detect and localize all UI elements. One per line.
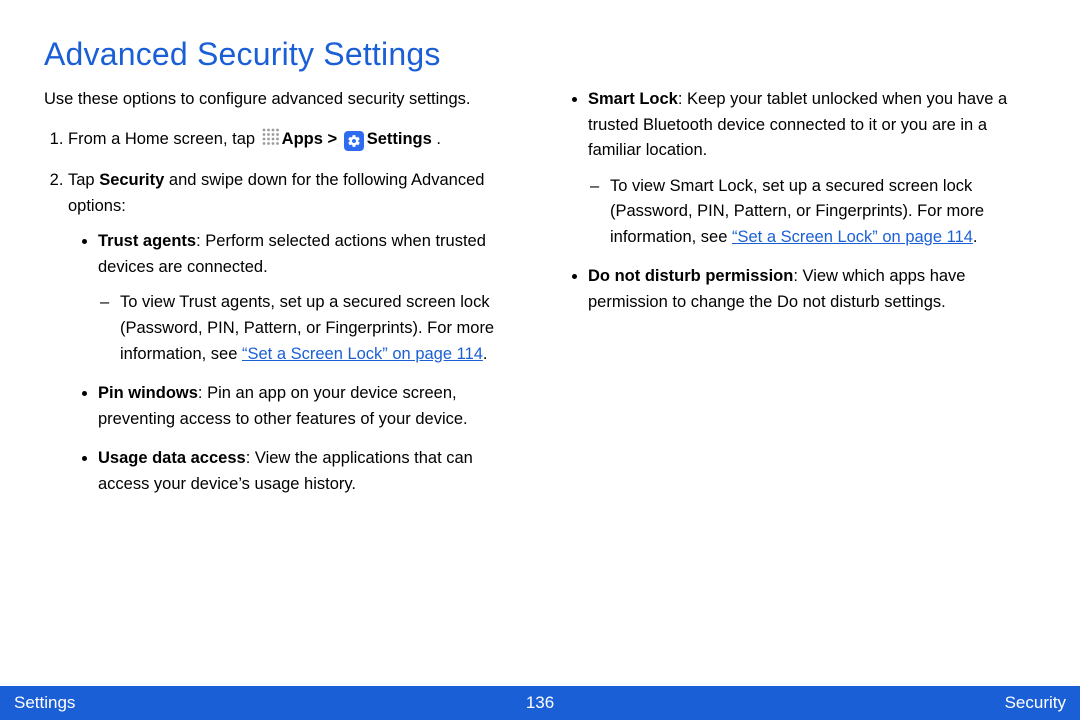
dot2: . [973,228,978,246]
gt-sep: > [323,130,342,148]
left-column: Use these options to configure advanced … [44,87,516,511]
smart-lock-item: Smart Lock: Keep your tablet unlocked wh… [588,87,1036,250]
footer-right: Security [715,693,1066,713]
advanced-options-list-left: Trust agents: Perform selected actions w… [68,229,516,497]
step-1-prefix: From a Home screen, tap [68,130,260,148]
trust-agents-label: Trust agents [98,232,196,250]
dnd-item: Do not disturb permission: View which ap… [588,264,1036,315]
dot1: . [483,345,488,363]
manual-page: Advanced Security Settings Use these opt… [0,0,1080,720]
trust-agents-item: Trust agents: Perform selected actions w… [98,229,516,367]
security-label-inline: Security [99,171,164,189]
settings-gear-icon [344,131,364,151]
settings-label: Settings [367,130,432,148]
apps-grid-icon [262,128,280,155]
steps-list: From a Home screen, tap Apps > Settings … [44,127,516,498]
intro-text: Use these options to configure advanced … [44,87,516,113]
smart-lock-label: Smart Lock [588,90,678,108]
pin-windows-label: Pin windows [98,384,198,402]
trust-agents-subitem: To view Trust agents, set up a secured s… [120,290,516,367]
two-column-layout: Use these options to configure advanced … [44,87,1036,511]
smart-lock-sublist: To view Smart Lock, set up a secured scr… [588,174,1036,251]
step-2: Tap Security and swipe down for the foll… [68,168,516,497]
usage-data-label: Usage data access [98,449,246,467]
page-footer: Settings 136 Security [0,686,1080,720]
advanced-options-list-right: Smart Lock: Keep your tablet unlocked wh… [564,87,1036,316]
trust-agents-sublist: To view Trust agents, set up a secured s… [98,290,516,367]
footer-left: Settings [14,693,365,713]
step-2-prefix: Tap [68,171,99,189]
right-column: Smart Lock: Keep your tablet unlocked wh… [564,87,1036,511]
page-title: Advanced Security Settings [44,36,1036,73]
pin-windows-item: Pin windows: Pin an app on your device s… [98,381,516,432]
screen-lock-link-1[interactable]: “Set a Screen Lock” on page 114 [242,345,483,363]
smart-lock-subitem: To view Smart Lock, set up a secured scr… [610,174,1036,251]
usage-data-item: Usage data access: View the applications… [98,446,516,497]
dnd-label: Do not disturb permission [588,267,793,285]
apps-label: Apps [282,130,323,148]
step-1: From a Home screen, tap Apps > Settings … [68,127,516,155]
footer-page-number: 136 [365,693,716,713]
screen-lock-link-2[interactable]: “Set a Screen Lock” on page 114 [732,228,973,246]
step-1-suffix: . [432,130,441,148]
